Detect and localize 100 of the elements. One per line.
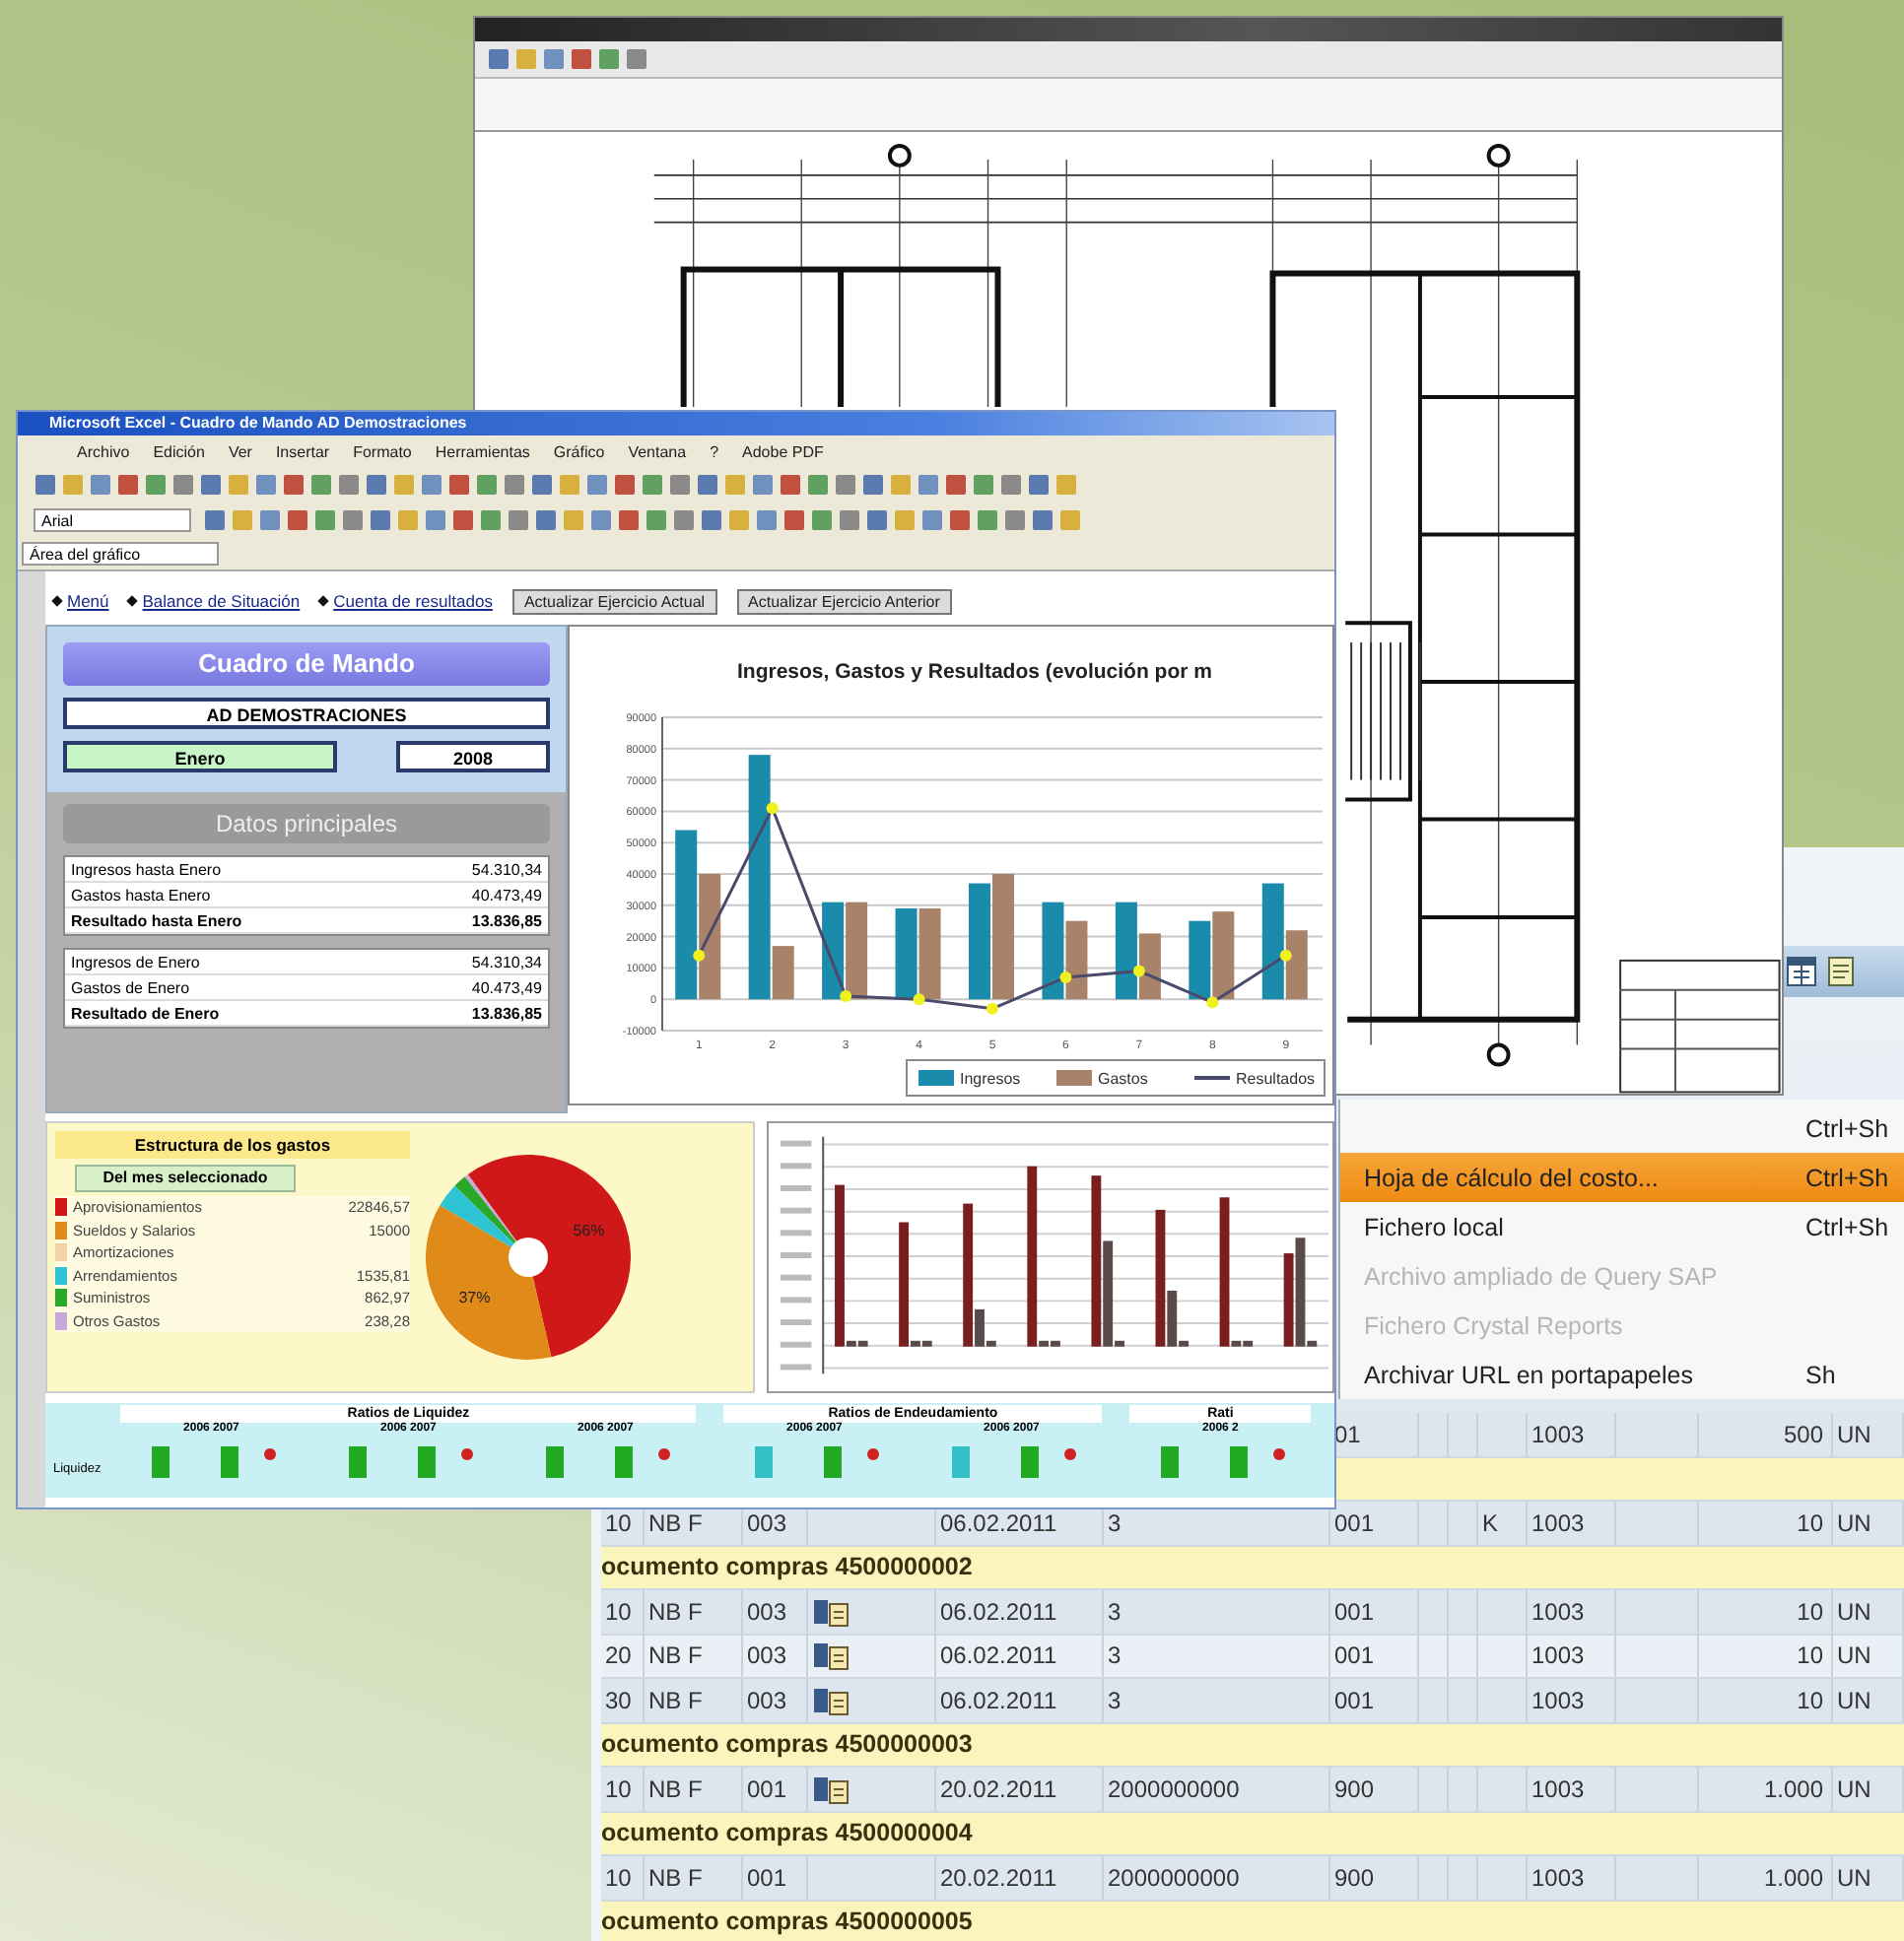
table-cell: 30 <box>605 1686 632 1714</box>
table-cell: NB F <box>648 1774 703 1803</box>
menu-item[interactable]: Fichero local Ctrl+Sh <box>1340 1202 1904 1251</box>
slice-label: 37% <box>458 1288 491 1306</box>
row-label: Ingresos de Enero <box>71 953 200 970</box>
table-cell: UN <box>1837 1508 1871 1537</box>
menu-item[interactable]: Gráfico <box>553 442 605 460</box>
bar <box>822 902 845 1000</box>
table-cell: 003 <box>747 1641 787 1670</box>
menu-item[interactable]: Archivar URL en portapapeles Sh <box>1340 1350 1904 1399</box>
table-cell: UN <box>1837 1863 1871 1892</box>
legend-label: Resultados <box>1236 1070 1316 1088</box>
table-cell: 10 <box>1797 1508 1823 1537</box>
table-cell: 3 <box>1108 1686 1122 1714</box>
update-button[interactable]: Actualizar Ejercicio Anterior <box>736 588 952 614</box>
menu-item[interactable]: Hoja de cálculo del costo... Ctrl+Sh <box>1340 1153 1904 1202</box>
calendar-icon[interactable] <box>1786 956 1817 987</box>
group-title: ocumento compras 4500000005 <box>601 1908 973 1936</box>
bar <box>1042 902 1064 1000</box>
data-point <box>1206 996 1219 1009</box>
table-cell: 06.02.2011 <box>940 1597 1057 1626</box>
data-point <box>1132 965 1145 977</box>
table-cell: 3 <box>1108 1508 1122 1537</box>
data-point <box>693 949 706 962</box>
document-icon[interactable] <box>812 1684 851 1716</box>
menu-item[interactable]: Herramientas <box>435 442 530 460</box>
menu-item[interactable]: Ventana <box>628 442 687 460</box>
table-cell: 001 <box>1334 1508 1375 1537</box>
table-cell: NB F <box>648 1641 703 1670</box>
table-cell: 500 <box>1783 1420 1823 1448</box>
table-cell: 900 <box>1334 1774 1375 1803</box>
row-label: Resultado de Enero <box>71 1004 220 1022</box>
bar <box>1212 911 1235 1000</box>
table-cell: 06.02.2011 <box>940 1686 1057 1714</box>
table-cell: 2000000000 <box>1108 1774 1240 1803</box>
table-cell: 10 <box>605 1863 632 1892</box>
sheet-link[interactable]: Cuenta de resultados <box>319 591 493 611</box>
bar <box>969 883 990 1000</box>
table-cell: 1.000 <box>1763 1863 1823 1892</box>
table-cell: 10 <box>605 1774 632 1803</box>
data-point <box>840 990 852 1002</box>
bar <box>895 908 918 1000</box>
toolbar-icons-drawing[interactable] <box>487 46 652 71</box>
row-value: 13.836,85 <box>471 911 542 929</box>
dashboard-title: Cuadro de Mando <box>63 642 550 686</box>
table-cell: 1003 <box>1531 1597 1585 1626</box>
row-value: 40.473,49 <box>471 886 542 904</box>
period-tab[interactable]: Del mes seleccionado <box>75 1165 296 1192</box>
data-point <box>913 993 925 1006</box>
table-cell: 003 <box>747 1597 787 1626</box>
menu-item[interactable]: Archivo <box>77 442 130 460</box>
table-cell: 003 <box>747 1686 787 1714</box>
data-point <box>986 1002 998 1015</box>
menu-item[interactable]: Edición <box>153 442 205 460</box>
table-cell: 001 <box>747 1774 787 1803</box>
document-icon[interactable] <box>812 1595 851 1628</box>
month-field[interactable]: Enero <box>63 741 337 772</box>
menu-item[interactable]: Adobe PDF <box>742 442 824 460</box>
section-title: Datos principales <box>63 804 550 843</box>
table-cell: 1003 <box>1531 1508 1585 1537</box>
name-box[interactable]: Área del gráfico <box>22 542 219 566</box>
menu-item[interactable]: Insertar <box>275 442 330 460</box>
document-icon[interactable] <box>1825 956 1857 987</box>
table-cell: 1003 <box>1531 1686 1585 1714</box>
document-icon[interactable] <box>812 1640 851 1672</box>
data-point <box>766 802 779 815</box>
toolbar-icons-drawing[interactable] <box>203 508 1086 532</box>
legend-swatch <box>918 1070 954 1086</box>
document-icon[interactable] <box>812 1773 851 1805</box>
table-cell: 10 <box>605 1508 632 1537</box>
table-cell: 001 <box>747 1863 787 1892</box>
window-title: Microsoft Excel - Cuadro de Mando AD Demostraciones <box>18 412 1334 435</box>
legend-label: Ingresos <box>960 1070 1021 1088</box>
row-value: 54.310,34 <box>471 860 542 878</box>
group-title: ocumento compras 4500000002 <box>601 1553 973 1581</box>
table-cell: 06.02.2011 <box>940 1508 1057 1537</box>
table-cell: UN <box>1837 1597 1871 1626</box>
row-value: 54.310,34 <box>471 953 542 970</box>
row-label: Resultado hasta Enero <box>71 911 242 929</box>
bar <box>699 874 721 1000</box>
update-button[interactable]: Actualizar Ejercicio Actual <box>511 588 717 614</box>
legend-swatch <box>1056 1070 1092 1086</box>
table-cell: UN <box>1837 1641 1871 1670</box>
bar <box>846 902 868 1000</box>
menu-item[interactable]: ? <box>710 442 719 460</box>
group-title: ocumento compras 4500000004 <box>601 1819 973 1847</box>
menu-item[interactable]: Ver <box>228 442 252 460</box>
year-field[interactable]: 2008 <box>396 741 550 772</box>
sheet-link[interactable]: Balance de Situación <box>128 591 301 611</box>
slice-label: 56% <box>573 1221 605 1239</box>
toolbar-icons-drawing[interactable] <box>34 473 1082 497</box>
data-point <box>1279 949 1292 962</box>
table-cell: UN <box>1837 1686 1871 1714</box>
menu-item[interactable]: Ctrl+Sh <box>1340 1104 1904 1153</box>
table-cell: 20 <box>605 1641 632 1670</box>
sheet-link[interactable]: Menú <box>53 591 109 611</box>
font-field[interactable]: Arial <box>34 508 191 532</box>
table-cell: 1.000 <box>1763 1774 1823 1803</box>
menu-item[interactable]: Formato <box>353 442 412 460</box>
table-cell: NB F <box>648 1863 703 1892</box>
